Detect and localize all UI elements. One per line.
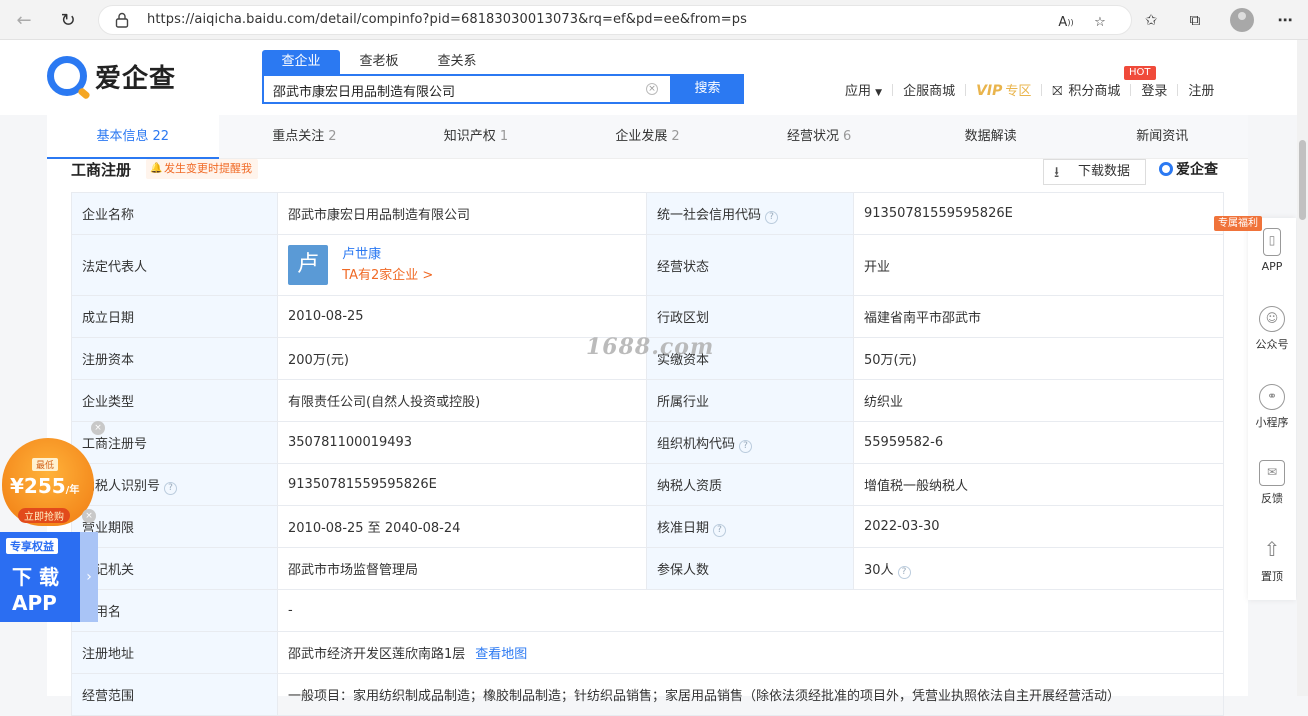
favorite-add-icon[interactable]: ☆ [1091,14,1109,30]
detail-tabs: 基本信息 22 重点关注 2 知识产权 1 企业发展 2 经营状况 6 数据解读 新闻资讯 [47,115,1248,159]
registration-panel: 工商注册 发生变更时提醒我 下载数据 爱企查 企业名称 邵武市康宏日用品制造有限… [47,159,1248,716]
favorites-icon[interactable]: ✩ [1140,9,1162,31]
table-row: 成立日期 2010-08-25 行政区划 福建省南平市邵武市 [71,295,1224,338]
lock-icon [115,12,129,28]
table-row: 曾用名 - [71,589,1224,632]
registration-table: 企业名称 邵武市康宏日用品制造有限公司 统一社会信用代码? 9135078155… [71,192,1224,716]
tab-data-insight[interactable]: 数据解读 [905,115,1077,158]
download-data-button[interactable]: 下载数据 [1043,159,1146,185]
brand-mark: 爱企查 [1159,159,1218,179]
table-row: 登记机关 邵武市市场监督管理局 参保人数 30人? [71,547,1224,590]
exclusive-perk-badge: 专属福利 [1214,216,1262,231]
mall-link[interactable]: 企服商城 [903,80,955,99]
feedback-button[interactable]: ✉ 反馈 [1248,460,1296,506]
tab-key-focus[interactable]: 重点关注 2 [219,115,391,158]
person-icon: ☺ [1259,306,1285,332]
search-query: 邵武市康宏日用品制造有限公司 [273,85,456,100]
table-row: 法定代表人 卢 卢世康 TA有2家企业 > 经营状态 开业 [71,234,1224,296]
help-icon[interactable]: ? [164,481,178,495]
change-remind-button[interactable]: 发生变更时提醒我 [146,159,258,179]
gift-icon: ⛝ [1052,84,1063,99]
back-icon[interactable]: ← [12,8,36,32]
arrow-up-icon: ⇧ [1263,537,1281,561]
section-title: 工商注册 [71,161,132,179]
register-link[interactable]: 注册 [1188,80,1214,99]
scrollbar-thumb[interactable] [1299,140,1306,220]
more-icon[interactable]: ⋯ [1274,9,1296,31]
table-row: 纳税人识别号? 91350781559595826E 纳税人资质 增值税一般纳税… [71,463,1224,506]
clear-icon[interactable]: × [646,83,658,95]
legal-rep-companies-link[interactable]: TA有2家企业 > [342,268,433,283]
tab-news[interactable]: 新闻资讯 [1076,115,1248,158]
url-text: https://aiqicha.baidu.com/detail/compinf… [147,12,747,27]
tab-operation[interactable]: 经营状况 6 [733,115,905,158]
chevron-right-icon[interactable]: › [80,532,98,622]
search-tab-boss[interactable]: 查老板 [340,50,418,74]
back-to-top-button[interactable]: ⇧ 置顶 [1248,538,1296,584]
right-toolbar: ▯ APP ☺ 公众号 ⚭ 小程序 ✉ 反馈 ⇧ 置顶 [1248,218,1296,600]
collections-icon[interactable]: ⧉ [1184,9,1206,31]
download-app-promo[interactable]: 专享权益 下 载 APP [0,532,80,622]
table-row: 企业名称 邵武市康宏日用品制造有限公司 统一社会信用代码? 9135078155… [71,192,1224,235]
vip-link[interactable]: VIP 专区 [976,80,1031,99]
table-row: 营业期限 2010-08-25 至 2040-08-24 核准日期? 2022-… [71,505,1224,548]
profile-avatar[interactable] [1230,8,1254,32]
watermark-text: 1688.com [586,334,715,360]
refresh-icon[interactable]: ↻ [56,8,80,32]
app-download-button[interactable]: ▯ APP [1248,228,1296,273]
address-bar[interactable]: https://aiqicha.baidu.com/detail/compinf… [98,5,1132,35]
table-row: 企业类型 有限责任公司(自然人投资或控股) 所属行业 纺织业 [71,379,1224,422]
site-header: 爱企查 查企业 查老板 查关系 邵武市康宏日用品制造有限公司 × 搜索 HOT … [0,40,1308,115]
apps-menu[interactable]: 应用 ▼ [845,80,882,99]
buy-now-button[interactable]: 立即抢购 [18,508,70,523]
search-tab-company[interactable]: 查企业 [262,50,340,74]
tab-basic-info[interactable]: 基本信息 22 [47,115,219,159]
help-icon[interactable]: ? [739,439,753,453]
help-icon[interactable]: ? [765,210,779,224]
page-scrollbar[interactable] [1297,40,1308,696]
table-row: 经营范围 一般项目：家用纺织制成品制造；橡胶制品制造；针纺织品销售；家居用品销售… [71,673,1224,716]
browser-toolbar: ← ↻ https://aiqicha.baidu.com/detail/com… [0,0,1308,40]
search-button[interactable]: 搜索 [671,74,744,104]
help-icon[interactable]: ? [713,523,727,537]
close-icon[interactable]: × [91,421,105,435]
feedback-icon: ✉ [1259,460,1285,486]
help-icon[interactable]: ? [897,565,911,579]
tab-development[interactable]: 企业发展 2 [562,115,734,158]
mini-program-icon: ⚭ [1259,384,1285,410]
caret-down-icon: ▼ [875,88,883,98]
points-mall-link[interactable]: ⛝ 积分商城 [1052,80,1120,99]
close-icon[interactable]: × [82,509,96,523]
legal-rep-avatar[interactable]: 卢 [288,245,328,285]
phone-icon: ▯ [1263,228,1281,256]
logo-mark-icon [1159,162,1173,176]
tab-ip[interactable]: 知识产权 1 [390,115,562,158]
search-input[interactable]: 邵武市康宏日用品制造有限公司 × [262,74,672,104]
search-type-tabs: 查企业 查老板 查关系 [262,50,496,74]
login-link[interactable]: 登录 [1141,80,1167,99]
hot-badge: HOT [1124,66,1156,80]
read-aloud-icon[interactable]: A)) [1057,14,1075,30]
official-account-button[interactable]: ☺ 公众号 [1248,306,1296,352]
header-nav: 应用 ▼ 企服商城 VIP 专区 ⛝ 积分商城 登录 注册 [845,80,1214,99]
site-logo[interactable]: 爱企查 [47,56,176,96]
mini-program-button[interactable]: ⚭ 小程序 [1248,384,1296,430]
legal-rep-name-link[interactable]: 卢世康 [342,247,381,262]
view-map-link[interactable]: 查看地图 [475,647,527,662]
search-tab-relation[interactable]: 查关系 [418,50,496,74]
table-row: 注册地址 邵武市经济开发区莲欣南路1层 查看地图 [71,631,1224,674]
logo-mark-icon [47,56,87,96]
table-row: 工商注册号 350781100019493 组织机构代码? 55959582-6 [71,421,1224,464]
